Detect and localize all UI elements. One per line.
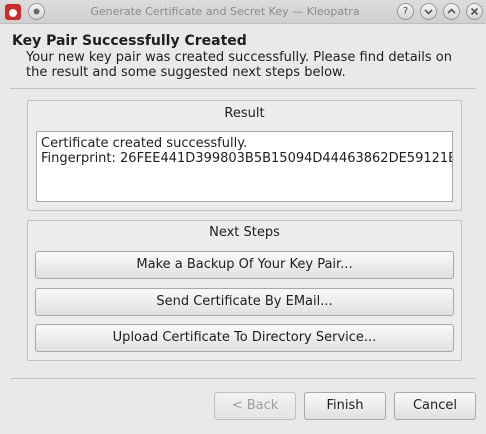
next-steps-group: Next Steps Make a Backup Of Your Key Pai… [27,220,462,361]
cancel-button[interactable]: Cancel [394,392,476,420]
back-button[interactable]: < Back [214,392,296,420]
minimize-icon[interactable] [420,3,437,20]
backup-key-pair-button[interactable]: Make a Backup Of Your Key Pair... [35,251,454,279]
result-group-title: Result [224,106,265,121]
page-subtitle: Your new key pair was created successful… [26,50,452,80]
pin-icon[interactable] [28,3,45,20]
help-icon[interactable]: ? [397,3,414,20]
title-bar: Generate Certificate and Secret Key — Kl… [0,0,486,24]
next-steps-group-title: Next Steps [209,225,280,240]
app-icon [5,4,21,20]
upload-certificate-button[interactable]: Upload Certificate To Directory Service.… [35,324,454,352]
result-group: Result Certificate created successfully.… [27,100,462,211]
maximize-icon[interactable] [443,3,460,20]
result-text-area[interactable]: Certificate created successfully. Finger… [36,131,453,202]
close-icon[interactable] [466,3,483,20]
footer-divider [10,378,476,379]
window-title: Generate Certificate and Secret Key — Kl… [90,5,360,18]
page-title: Key Pair Successfully Created [12,33,247,49]
result-status-text: Certificate created successfully. [41,136,248,151]
finish-button[interactable]: Finish [304,392,386,420]
header-divider [10,88,476,89]
result-fingerprint-text: Fingerprint: 26FEE441D399803B5B15094D444… [41,151,453,166]
send-certificate-email-button[interactable]: Send Certificate By EMail... [35,288,454,316]
